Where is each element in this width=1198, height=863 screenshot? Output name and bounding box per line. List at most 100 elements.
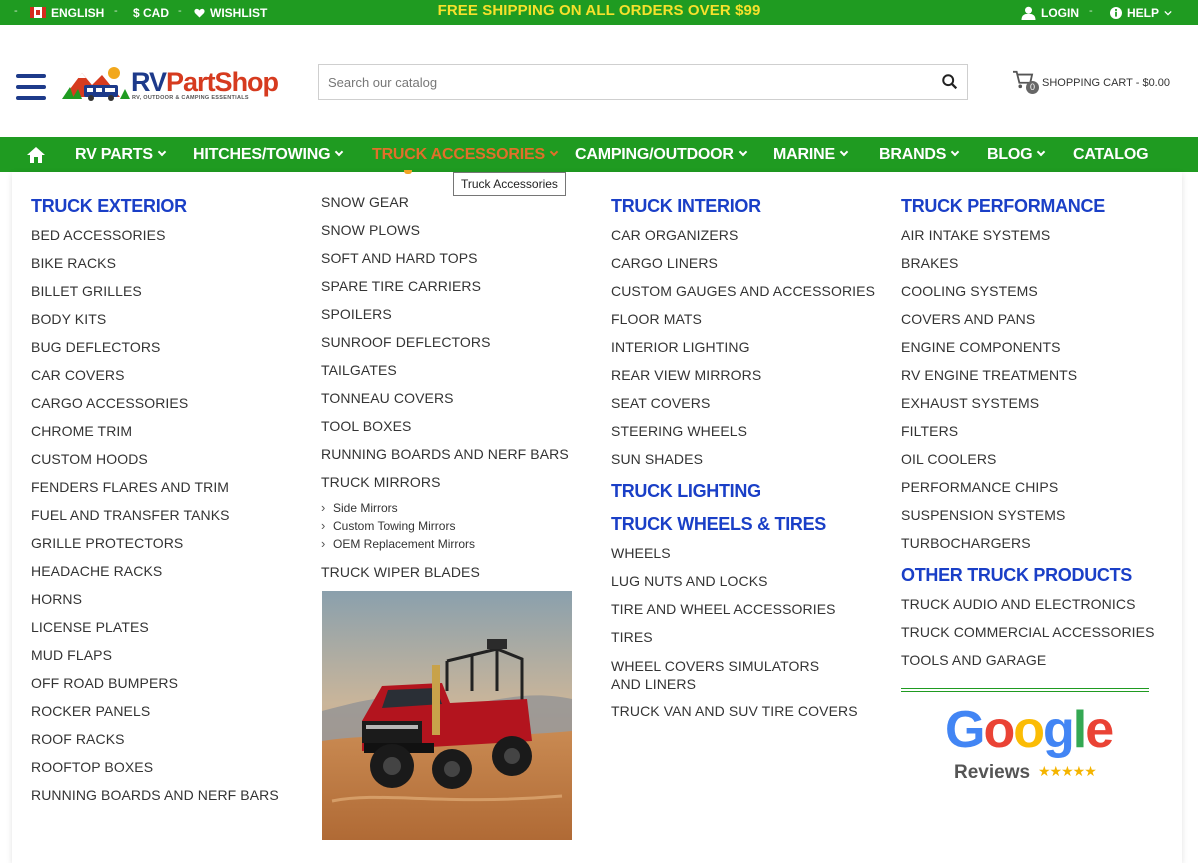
submenu-link[interactable]: Custom Towing Mirrors — [321, 518, 455, 533]
truck-accessories-mega-menu: TRUCK EXTERIOR BED ACCESSORIES BIKE RACKS… — [12, 172, 1182, 863]
menu-link[interactable]: TRUCK COMMERCIAL ACCESSORIES — [901, 624, 1155, 640]
menu-link[interactable]: STEERING WHEELS — [611, 423, 747, 439]
menu-link[interactable]: BIKE RACKS — [31, 255, 116, 271]
submenu-link[interactable]: OEM Replacement Mirrors — [321, 536, 475, 551]
menu-link[interactable]: HEADACHE RACKS — [31, 563, 162, 579]
star-rating-icon: ★★★★★ — [1038, 763, 1097, 779]
nav-item-rv-parts[interactable]: RV PARTS — [75, 137, 167, 172]
menu-link[interactable]: SEAT COVERS — [611, 395, 710, 411]
menu-link[interactable]: RUNNING BOARDS AND NERF BARS — [321, 446, 569, 462]
menu-link[interactable]: OIL COOLERS — [901, 451, 997, 467]
heading-truck-lighting[interactable]: TRUCK LIGHTING — [611, 481, 761, 502]
menu-link[interactable]: CAR ORGANIZERS — [611, 227, 738, 243]
menu-link[interactable]: BODY KITS — [31, 311, 106, 327]
hamburger-menu-icon[interactable] — [16, 74, 46, 100]
menu-link[interactable]: FENDERS FLARES AND TRIM — [31, 479, 229, 495]
google-wordmark: Google — [945, 701, 1114, 759]
menu-link[interactable]: WHEEL COVERS SIMULATORS AND LINERS — [611, 657, 851, 693]
nav-item-marine[interactable]: MARINE — [773, 137, 849, 172]
menu-link[interactable]: CARGO ACCESSORIES — [31, 395, 188, 411]
truck-promo-image[interactable] — [322, 591, 572, 840]
menu-link[interactable]: SNOW GEAR — [321, 194, 409, 210]
menu-link[interactable]: TIRES — [611, 629, 653, 645]
nav-item-camping-outdoor[interactable]: CAMPING/OUTDOOR — [575, 137, 748, 172]
menu-link[interactable]: SUNROOF DEFLECTORS — [321, 334, 491, 350]
menu-link[interactable]: TRUCK VAN AND SUV TIRE COVERS — [611, 703, 858, 719]
menu-link[interactable]: BRAKES — [901, 255, 958, 271]
menu-link[interactable]: SPOILERS — [321, 306, 392, 322]
menu-link[interactable]: CUSTOM GAUGES AND ACCESSORIES — [611, 283, 875, 299]
menu-link[interactable]: ROOF RACKS — [31, 731, 125, 747]
menu-link[interactable]: MUD FLAPS — [31, 647, 112, 663]
chevron-down-icon — [335, 147, 344, 157]
menu-link[interactable]: LICENSE PLATES — [31, 619, 149, 635]
menu-link[interactable]: TRUCK MIRRORS — [321, 474, 441, 490]
info-icon — [1110, 6, 1122, 19]
menu-link[interactable]: RV ENGINE TREATMENTS — [901, 367, 1077, 383]
menu-link[interactable]: SNOW PLOWS — [321, 222, 420, 238]
menu-link[interactable]: CHROME TRIM — [31, 423, 132, 439]
menu-link[interactable]: RUNNING BOARDS AND NERF BARS — [31, 787, 279, 803]
nav-item-blog[interactable]: BLOG — [987, 137, 1046, 172]
menu-link[interactable]: TAILGATES — [321, 362, 397, 378]
menu-link[interactable]: FUEL AND TRANSFER TANKS — [31, 507, 230, 523]
google-reviews-badge[interactable]: Google Reviews ★★★★★ — [941, 700, 1121, 790]
nav-item-brands[interactable]: BRANDS — [879, 137, 960, 172]
menu-link[interactable]: PERFORMANCE CHIPS — [901, 479, 1058, 495]
menu-link[interactable]: INTERIOR LIGHTING — [611, 339, 750, 355]
menu-link[interactable]: TIRE AND WHEEL ACCESSORIES — [611, 601, 836, 617]
nav-item-catalog[interactable]: CATALOG — [1073, 137, 1149, 172]
menu-link[interactable]: AIR INTAKE SYSTEMS — [901, 227, 1050, 243]
site-logo[interactable]: RVPartShop RV, OUTDOOR & CAMPING ESSENTI… — [62, 63, 284, 103]
main-nav: RV PARTS HITCHES/TOWING TRUCK ACCESSORIE… — [0, 137, 1198, 172]
menu-link[interactable]: CARGO LINERS — [611, 255, 718, 271]
menu-link[interactable]: FILTERS — [901, 423, 958, 439]
divider — [901, 688, 1149, 692]
site-header: RVPartShop RV, OUTDOOR & CAMPING ESSENTI… — [0, 25, 1198, 137]
menu-link[interactable]: EXHAUST SYSTEMS — [901, 395, 1039, 411]
menu-link[interactable]: SUSPENSION SYSTEMS — [901, 507, 1065, 523]
menu-link[interactable]: BED ACCESSORIES — [31, 227, 166, 243]
menu-link[interactable]: ENGINE COMPONENTS — [901, 339, 1061, 355]
menu-link[interactable]: ROOFTOP BOXES — [31, 759, 153, 775]
menu-link[interactable]: REAR VIEW MIRRORS — [611, 367, 761, 383]
menu-link[interactable]: GRILLE PROTECTORS — [31, 535, 183, 551]
menu-link[interactable]: SOFT AND HARD TOPS — [321, 250, 478, 266]
search-input[interactable] — [319, 65, 929, 99]
heading-truck-interior[interactable]: TRUCK INTERIOR — [611, 196, 761, 217]
menu-link[interactable]: CAR COVERS — [31, 367, 125, 383]
search-icon[interactable] — [941, 73, 959, 91]
menu-link[interactable]: SUN SHADES — [611, 451, 703, 467]
google-reviews-label: Reviews — [954, 762, 1031, 783]
shopping-cart-link[interactable]: 0 SHOPPING CART - $0.00 — [1012, 70, 1170, 96]
menu-link[interactable]: TONNEAU COVERS — [321, 390, 454, 406]
menu-link[interactable]: LUG NUTS AND LOCKS — [611, 573, 768, 589]
menu-link[interactable]: HORNS — [31, 591, 82, 607]
menu-link[interactable]: TRUCK WIPER BLADES — [321, 564, 480, 580]
menu-link[interactable]: FLOOR MATS — [611, 311, 702, 327]
top-bar: - ENGLISH - $ CAD - WISHLIST FREE SHIPPI… — [0, 0, 1198, 25]
menu-link[interactable]: TOOLS AND GARAGE — [901, 652, 1046, 668]
nav-item-hitches-towing[interactable]: HITCHES/TOWING — [193, 137, 344, 172]
heading-other-truck-products[interactable]: OTHER TRUCK PRODUCTS — [901, 565, 1132, 586]
heading-truck-wheels-tires[interactable]: TRUCK WHEELS & TIRES — [611, 514, 826, 535]
menu-link[interactable]: TURBOCHARGERS — [901, 535, 1031, 551]
menu-link[interactable]: COOLING SYSTEMS — [901, 283, 1038, 299]
help-menu[interactable]: HELP — [1110, 0, 1172, 25]
heading-truck-exterior[interactable]: TRUCK EXTERIOR — [31, 196, 187, 217]
menu-link[interactable]: BUG DEFLECTORS — [31, 339, 161, 355]
login-link[interactable]: LOGIN — [1021, 0, 1079, 25]
menu-link[interactable]: SPARE TIRE CARRIERS — [321, 278, 481, 294]
menu-link[interactable]: ROCKER PANELS — [31, 703, 150, 719]
heading-truck-performance[interactable]: TRUCK PERFORMANCE — [901, 196, 1105, 217]
menu-link[interactable]: COVERS AND PANS — [901, 311, 1035, 327]
home-icon[interactable] — [26, 146, 46, 164]
menu-link[interactable]: CUSTOM HOODS — [31, 451, 148, 467]
menu-link[interactable]: BILLET GRILLES — [31, 283, 142, 299]
menu-link[interactable]: TOOL BOXES — [321, 418, 411, 434]
submenu-link[interactable]: Side Mirrors — [321, 500, 398, 515]
nav-item-truck-accessories[interactable]: TRUCK ACCESSORIES — [372, 137, 559, 172]
menu-link[interactable]: TRUCK AUDIO AND ELECTRONICS — [901, 596, 1136, 612]
menu-link[interactable]: WHEELS — [611, 545, 671, 561]
menu-link[interactable]: OFF ROAD BUMPERS — [31, 675, 178, 691]
